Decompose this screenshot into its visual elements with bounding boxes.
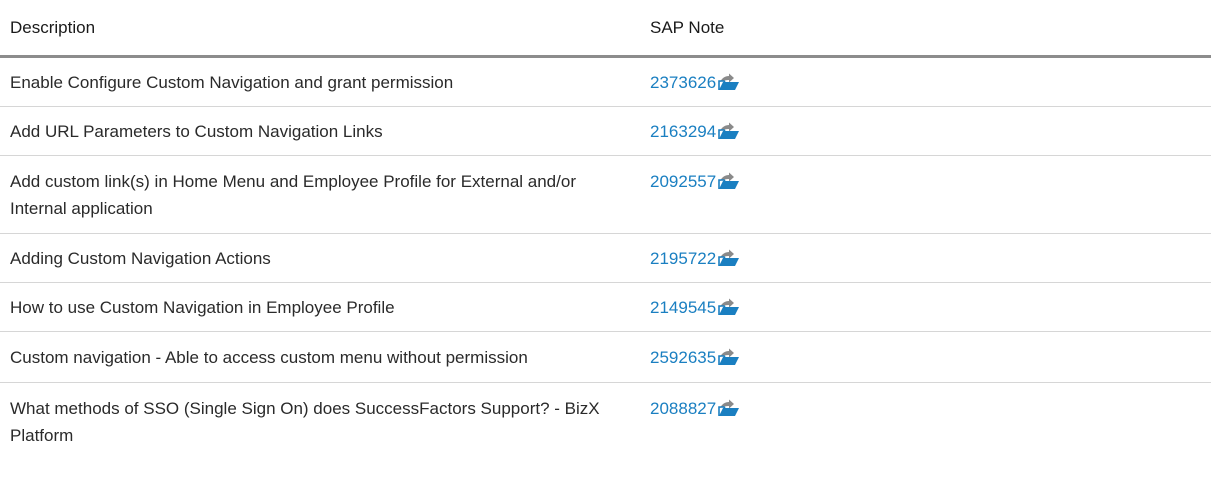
row-description: Add URL Parameters to Custom Navigation … bbox=[0, 106, 634, 156]
row-sap-note: 2088827 bbox=[634, 383, 1211, 461]
column-header-description: Description bbox=[0, 0, 634, 58]
row-sap-note: 2163294 bbox=[634, 106, 1211, 156]
row-description: How to use Custom Navigation in Employee… bbox=[0, 282, 634, 332]
sap-note-link[interactable]: 2592635 bbox=[650, 348, 716, 367]
table-row: What methods of SSO (Single Sign On) doe… bbox=[0, 383, 1211, 461]
sap-note-link[interactable]: 2092557 bbox=[650, 172, 716, 191]
row-sap-note: 2592635 bbox=[634, 331, 1211, 383]
column-header-sap-note: SAP Note bbox=[634, 0, 1211, 58]
external-document-icon[interactable] bbox=[717, 121, 741, 139]
sap-note-link[interactable]: 2088827 bbox=[650, 399, 716, 418]
table-row: How to use Custom Navigation in Employee… bbox=[0, 282, 1211, 332]
external-document-icon[interactable] bbox=[717, 347, 741, 365]
table-row: Adding Custom Navigation Actions 2195722 bbox=[0, 233, 1211, 283]
sap-note-link[interactable]: 2195722 bbox=[650, 249, 716, 268]
sap-note-link[interactable]: 2373626 bbox=[650, 73, 716, 92]
row-sap-note: 2195722 bbox=[634, 233, 1211, 283]
table-row: Add custom link(s) in Home Menu and Empl… bbox=[0, 155, 1211, 234]
sap-note-link[interactable]: 2163294 bbox=[650, 122, 716, 141]
external-document-icon[interactable] bbox=[717, 297, 741, 315]
external-document-icon[interactable] bbox=[717, 398, 741, 416]
row-description: Enable Configure Custom Navigation and g… bbox=[0, 56, 634, 107]
table-row: Custom navigation - Able to access custo… bbox=[0, 331, 1211, 383]
row-description: What methods of SSO (Single Sign On) doe… bbox=[10, 399, 600, 445]
row-sap-note: 2373626 bbox=[634, 56, 1211, 107]
sap-notes-table: Description SAP Note Enable Configure Cu… bbox=[0, 0, 1211, 460]
row-description: Adding Custom Navigation Actions bbox=[0, 233, 634, 283]
external-document-icon[interactable] bbox=[717, 248, 741, 266]
table-header-row: Description SAP Note bbox=[0, 0, 1211, 58]
table-row: Enable Configure Custom Navigation and g… bbox=[0, 56, 1211, 107]
row-sap-note: 2149545 bbox=[634, 282, 1211, 332]
external-document-icon[interactable] bbox=[717, 72, 741, 90]
sap-note-link[interactable]: 2149545 bbox=[650, 298, 716, 317]
row-sap-note: 2092557 bbox=[634, 155, 1211, 234]
external-document-icon[interactable] bbox=[717, 171, 741, 189]
row-description: Add custom link(s) in Home Menu and Empl… bbox=[0, 155, 634, 234]
row-description: Custom navigation - Able to access custo… bbox=[0, 331, 634, 383]
table-row: Add URL Parameters to Custom Navigation … bbox=[0, 106, 1211, 156]
